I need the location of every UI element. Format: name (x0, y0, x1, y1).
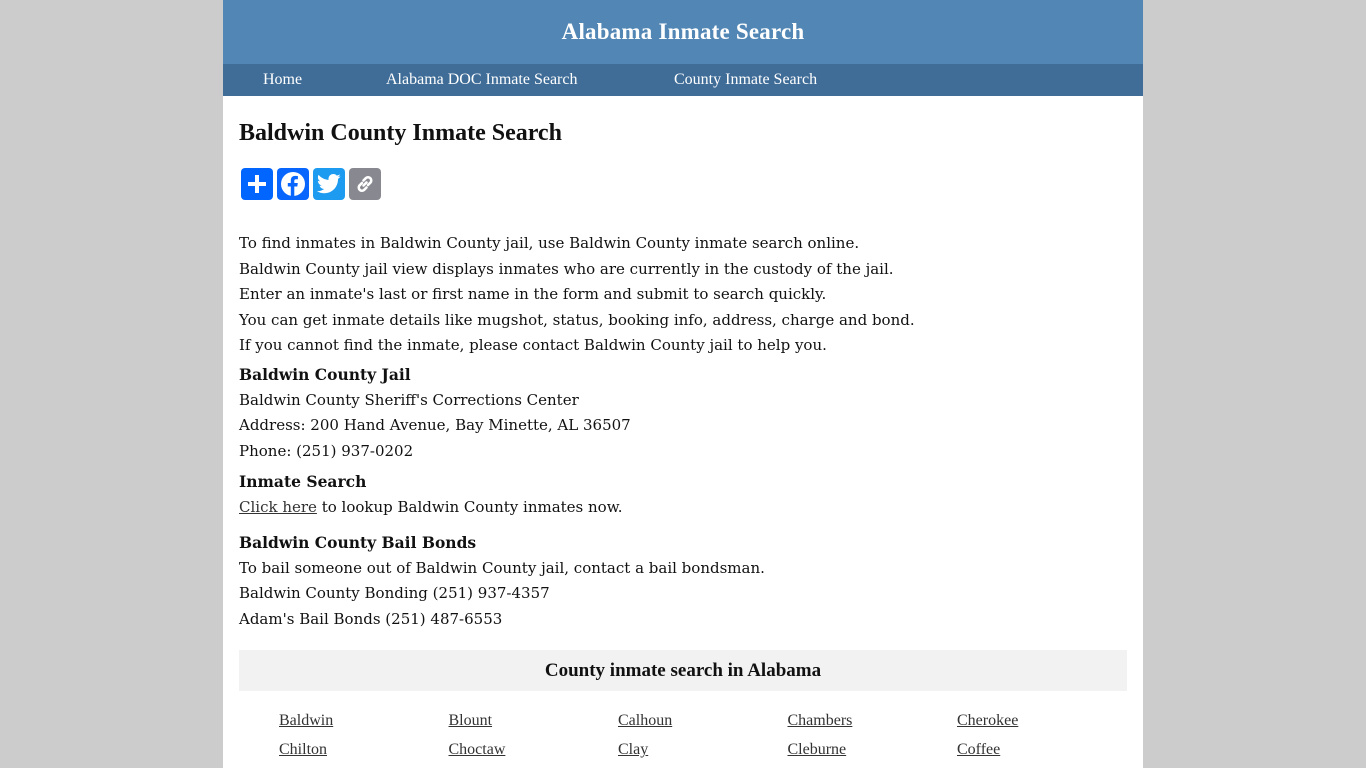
county-link-blount[interactable]: Blount (449, 708, 619, 733)
bail-bonds-section: Baldwin County Bail Bonds To bail someon… (239, 530, 765, 632)
jail-heading: Baldwin County Jail (239, 365, 411, 384)
click-here-link[interactable]: Click here (239, 498, 317, 516)
intro-line: Enter an inmate's last or first name in … (239, 285, 827, 303)
county-link-cherokee[interactable]: Cherokee (957, 708, 1127, 733)
nav-item-home[interactable]: Home (263, 64, 302, 96)
intro-line: You can get inmate details like mugshot,… (239, 310, 915, 329)
county-link-cleburne[interactable]: Cleburne (788, 737, 958, 762)
intro-line: Baldwin County jail view displays inmate… (239, 259, 894, 278)
county-link-clay[interactable]: Clay (618, 737, 788, 762)
county-section-heading: County inmate search in Alabama (544, 659, 822, 681)
county-link-coffee[interactable]: Coffee (957, 737, 1127, 762)
share-button[interactable] (241, 168, 273, 200)
site-header: Alabama Inmate Search (223, 0, 1143, 64)
bail-bonds-heading: Baldwin County Bail Bonds (239, 533, 477, 552)
copy-link-button[interactable] (349, 168, 381, 200)
bail-bonds-line: Adam's Bail Bonds (251) 487-6553 (239, 609, 503, 628)
jail-name: Baldwin County Sheriff's Corrections Cen… (239, 390, 579, 409)
intro-text: To find inmates in Baldwin County jail, … (239, 231, 915, 359)
county-link-calhoun[interactable]: Calhoun (618, 708, 788, 733)
facebook-share-button[interactable] (277, 168, 309, 200)
inmate-search-section: Inmate Search Click here to lookup Baldw… (239, 469, 623, 520)
bail-bonds-line: Baldwin County Bonding (251) 937-4357 (239, 584, 550, 602)
county-section-header: County inmate search in Alabama (239, 650, 1127, 691)
county-link-chilton[interactable]: Chilton (279, 737, 449, 762)
county-link-choctaw[interactable]: Choctaw (449, 737, 619, 762)
link-icon (357, 176, 373, 192)
inmate-search-line: Click here to lookup Baldwin County inma… (239, 495, 623, 521)
page-title: Baldwin County Inmate Search (239, 120, 562, 146)
facebook-icon (281, 172, 305, 196)
county-link-chambers[interactable]: Chambers (788, 708, 958, 733)
nav-item-county-inmate-search[interactable]: County Inmate Search (674, 64, 817, 96)
twitter-icon (317, 174, 341, 194)
jail-info: Baldwin County Jail Baldwin County Sheri… (239, 362, 631, 464)
intro-line: To find inmates in Baldwin County jail, … (239, 234, 860, 252)
inmate-search-text: to lookup Baldwin County inmates now. (316, 497, 623, 516)
inmate-search-heading: Inmate Search (239, 472, 367, 491)
share-bar (241, 168, 381, 200)
bail-bonds-line: To bail someone out of Baldwin County ja… (239, 558, 765, 577)
jail-phone: Phone: (251) 937-0202 (239, 441, 414, 460)
intro-line: If you cannot find the inmate, please co… (239, 336, 827, 354)
county-link-baldwin[interactable]: Baldwin (279, 708, 449, 733)
main-nav: Home Alabama DOC Inmate Search County In… (223, 64, 1143, 96)
county-links-grid: Baldwin Blount Calhoun Chambers Cherokee… (279, 708, 1127, 762)
jail-address: Address: 200 Hand Avenue, Bay Minette, A… (239, 416, 631, 434)
site-title[interactable]: Alabama Inmate Search (562, 19, 805, 45)
nav-item-doc-inmate-search[interactable]: Alabama DOC Inmate Search (386, 64, 577, 96)
plus-icon (248, 175, 266, 193)
page-container: Alabama Inmate Search Home Alabama DOC I… (223, 0, 1143, 768)
twitter-share-button[interactable] (313, 168, 345, 200)
